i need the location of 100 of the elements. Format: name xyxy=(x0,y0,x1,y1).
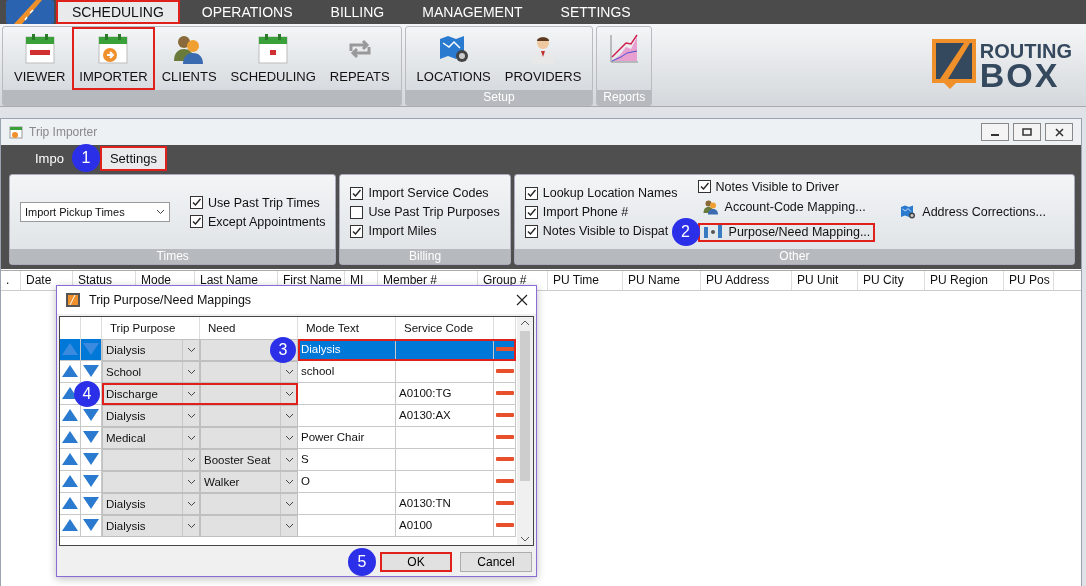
tab[interactable]: Settings xyxy=(99,146,167,171)
chevron-down-icon[interactable] xyxy=(186,390,196,397)
delete-icon[interactable] xyxy=(495,435,514,440)
step-marker: 3 xyxy=(270,336,296,363)
move-down-icon[interactable] xyxy=(83,497,99,510)
delete-icon[interactable] xyxy=(495,413,514,418)
ribbon-button[interactable]: PROVIDERS xyxy=(497,27,589,90)
move-down-icon[interactable] xyxy=(83,475,99,488)
dropdown-field[interactable]: Medical xyxy=(102,426,200,449)
chevron-down-icon[interactable] xyxy=(284,412,294,419)
maximize-icon[interactable] xyxy=(1022,128,1032,136)
move-up-icon[interactable] xyxy=(62,431,78,444)
chevron-down-icon[interactable] xyxy=(284,522,294,529)
close-icon[interactable] xyxy=(516,293,528,306)
checkbox[interactable] xyxy=(697,180,711,193)
move-down-icon[interactable] xyxy=(83,431,99,444)
checkbox[interactable] xyxy=(350,224,364,238)
menu-tab[interactable]: MANAGEMENT xyxy=(406,0,539,24)
dropdown-field[interactable] xyxy=(200,492,298,515)
chevron-down-icon[interactable] xyxy=(284,390,294,397)
close-icon[interactable] xyxy=(1054,127,1064,137)
chevron-down-icon[interactable] xyxy=(284,500,294,507)
group-label: Billing xyxy=(409,249,442,263)
move-up-icon[interactable] xyxy=(62,497,78,510)
move-down-icon[interactable] xyxy=(83,519,99,532)
ribbon-button[interactable]: LOCATIONS xyxy=(409,27,498,90)
scrollbar[interactable] xyxy=(517,316,533,545)
delete-icon[interactable] xyxy=(495,457,514,462)
dropdown-field[interactable] xyxy=(200,514,298,537)
chevron-down-icon[interactable] xyxy=(186,368,196,375)
menu-tab[interactable]: BILLING xyxy=(314,0,401,24)
dropdown-field[interactable] xyxy=(200,404,298,427)
dropdown-field[interactable]: School xyxy=(102,360,200,383)
dialog-button[interactable]: Cancel xyxy=(460,552,532,572)
chevron-down-icon[interactable] xyxy=(156,209,165,215)
move-down-icon[interactable] xyxy=(83,409,99,422)
checkbox[interactable] xyxy=(524,224,538,238)
dropdown-field[interactable]: Dialysis xyxy=(102,514,200,537)
dropdown-field[interactable] xyxy=(102,448,200,471)
move-down-icon[interactable] xyxy=(83,453,99,466)
delete-icon[interactable] xyxy=(495,391,514,396)
ribbon-button[interactable]: REPEATS xyxy=(322,27,397,90)
checkbox[interactable] xyxy=(190,196,203,209)
chevron-down-icon[interactable] xyxy=(186,522,196,529)
column-header[interactable]: PU City xyxy=(858,271,925,290)
chevron-down-icon[interactable] xyxy=(284,368,294,375)
dropdown-field[interactable]: Import Pickup Times xyxy=(20,202,170,222)
dropdown-field[interactable]: Dialysis xyxy=(102,492,200,515)
delete-icon[interactable] xyxy=(495,369,514,374)
move-up-icon[interactable] xyxy=(62,409,78,422)
delete-icon[interactable] xyxy=(495,523,514,528)
chevron-down-icon[interactable] xyxy=(284,434,294,441)
dropdown-field[interactable] xyxy=(200,426,298,449)
column-header[interactable]: PU Name xyxy=(623,271,701,290)
column-header[interactable]: PU Unit xyxy=(792,271,858,290)
mapping-link[interactable]: Purpose/Need Mapping... xyxy=(697,222,876,242)
column-header[interactable]: Service Code xyxy=(396,316,494,340)
delete-icon[interactable] xyxy=(495,501,514,506)
checkbox[interactable] xyxy=(190,215,203,228)
column-header[interactable]: . xyxy=(1,271,21,290)
chevron-down-icon[interactable] xyxy=(186,478,196,485)
tab[interactable]: Impo xyxy=(25,146,74,171)
move-up-icon[interactable] xyxy=(62,475,78,488)
checkbox[interactable] xyxy=(524,205,538,219)
menu-tab[interactable]: SCHEDULING xyxy=(56,0,180,24)
dialog-button[interactable]: OK xyxy=(380,552,452,572)
ribbon-button[interactable]: VIEWER xyxy=(7,27,73,90)
column-header[interactable]: Mode Text xyxy=(298,316,396,340)
menu-tab[interactable]: SETTINGS xyxy=(544,0,647,24)
move-up-icon[interactable] xyxy=(62,453,78,466)
ribbon-button[interactable]: CLIENTS xyxy=(154,27,224,90)
chevron-down-icon[interactable] xyxy=(186,412,196,419)
chevron-down-icon[interactable] xyxy=(186,500,196,507)
ribbon-button[interactable]: SCHEDULING xyxy=(223,27,323,90)
mapping-link[interactable]: Account-Code Mapping... xyxy=(697,197,871,216)
chevron-down-icon[interactable] xyxy=(284,478,294,485)
delete-icon[interactable] xyxy=(495,479,514,484)
checkbox[interactable] xyxy=(350,186,364,200)
column-header[interactable]: PU Region xyxy=(925,271,1004,290)
menu-tab[interactable]: OPERATIONS xyxy=(185,0,309,24)
column-header[interactable]: PU Address xyxy=(701,271,792,290)
move-up-icon[interactable] xyxy=(62,365,78,378)
checkbox[interactable] xyxy=(350,205,364,219)
checkbox[interactable] xyxy=(524,186,538,200)
dropdown-field[interactable] xyxy=(200,360,298,383)
chevron-down-icon[interactable] xyxy=(186,434,196,441)
dropdown-field[interactable] xyxy=(102,470,200,493)
move-down-icon[interactable] xyxy=(83,365,99,378)
column-header[interactable]: PU Time xyxy=(548,271,623,290)
dropdown-field[interactable]: Walker xyxy=(200,470,298,493)
dropdown-field[interactable]: Dialysis xyxy=(102,338,200,361)
mapping-link[interactable]: Address Corrections... xyxy=(895,202,1051,222)
checkbox-label: Import Miles xyxy=(368,224,437,238)
dropdown-field[interactable]: Booster Seat xyxy=(200,448,298,471)
column-header[interactable]: PU Pos xyxy=(1004,271,1054,290)
chevron-down-icon[interactable] xyxy=(284,456,294,463)
chevron-down-icon[interactable] xyxy=(186,456,196,463)
move-up-icon[interactable] xyxy=(62,519,78,532)
dropdown-field[interactable]: Dialysis xyxy=(102,404,200,427)
chevron-down-icon[interactable] xyxy=(186,346,196,353)
